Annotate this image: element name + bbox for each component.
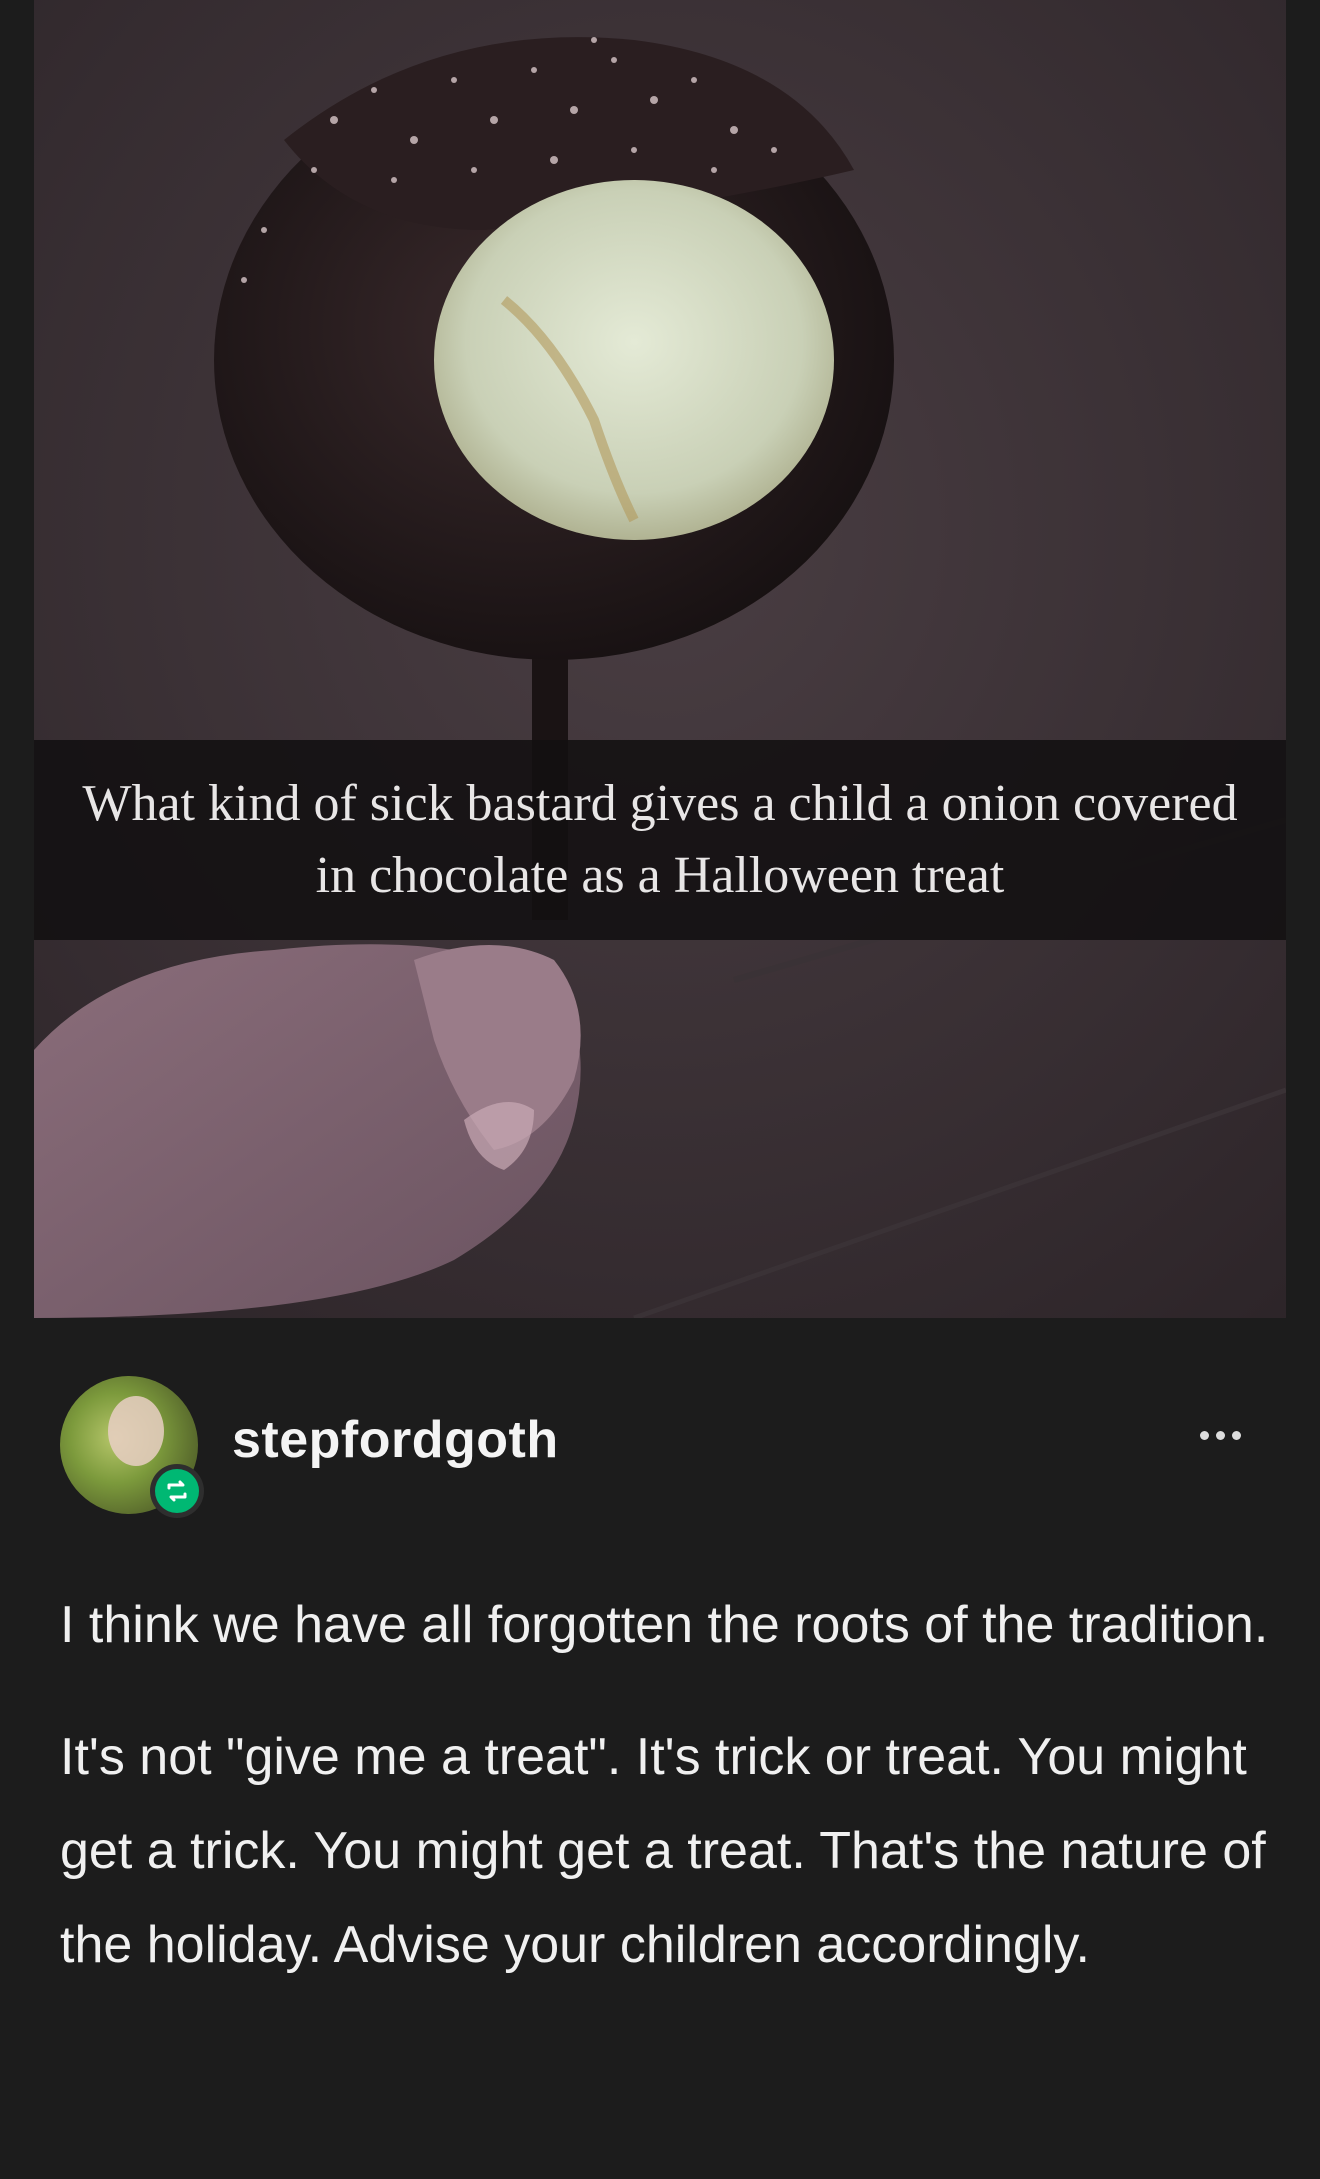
menu-dot [1231, 1430, 1241, 1440]
menu-dot [1199, 1430, 1209, 1440]
menu-dot [1215, 1430, 1225, 1440]
photo-caption-bar: What kind of sick bastard gives a child … [34, 740, 1286, 940]
photo-caption: What kind of sick bastard gives a child … [82, 775, 1238, 904]
more-options-icon[interactable] [1190, 1420, 1250, 1450]
post-body: I think we have all forgotten the roots … [60, 1578, 1270, 2030]
post-card: What kind of sick bastard gives a child … [0, 0, 1320, 2179]
reblog-icon [155, 1469, 199, 1513]
post-photo[interactable]: What kind of sick bastard gives a child … [34, 0, 1286, 1318]
chocolate-onion-image [34, 0, 1286, 1318]
post-header: stepfordgoth [60, 1376, 1260, 1518]
post-paragraph: I think we have all forgotten the roots … [60, 1596, 1269, 1654]
avatar-photo [108, 1396, 164, 1466]
reblog-badge [150, 1464, 204, 1518]
post-paragraph: It's not "give me a treat". It's trick o… [60, 1728, 1266, 1974]
username-link[interactable]: stepfordgoth [232, 1410, 559, 1470]
